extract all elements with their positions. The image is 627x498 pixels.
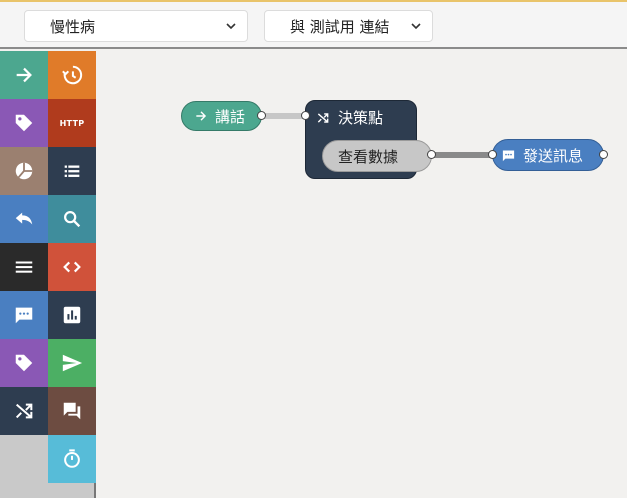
shuffle-icon bbox=[317, 112, 329, 123]
speak-node-label: 講話 bbox=[215, 107, 246, 126]
send-node-label: 發送訊息 bbox=[523, 146, 584, 165]
send-output-port[interactable] bbox=[599, 150, 608, 159]
decision-option-label: 查看數據 bbox=[338, 147, 399, 166]
arrow-right-icon bbox=[196, 111, 207, 121]
chat-icon bbox=[502, 150, 515, 161]
connections-layer bbox=[262, 113, 492, 158]
decision-title: 決策點 bbox=[316, 107, 383, 128]
decision-node[interactable]: 決策點 查看數據 bbox=[305, 100, 432, 179]
speak-node[interactable]: 講話 bbox=[181, 101, 262, 131]
decision-input-port[interactable] bbox=[301, 111, 310, 120]
decision-node-label: 決策點 bbox=[338, 109, 384, 127]
decision-option[interactable]: 查看數據 bbox=[322, 140, 432, 172]
speak-output-port[interactable] bbox=[257, 111, 266, 120]
send-input-port[interactable] bbox=[488, 150, 497, 159]
decision-option-output-port[interactable] bbox=[427, 150, 436, 159]
send-message-node[interactable]: 發送訊息 bbox=[492, 139, 604, 171]
